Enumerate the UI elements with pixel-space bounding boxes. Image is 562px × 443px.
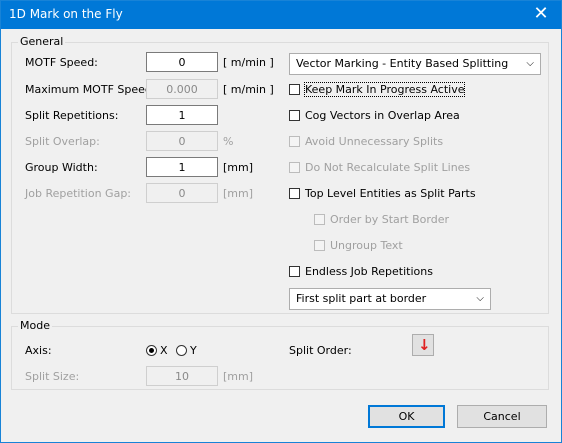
- mode-group-label: Mode: [18, 319, 52, 332]
- general-group-label: General: [18, 35, 66, 48]
- ungroup-text-label: Ungroup Text: [330, 239, 403, 252]
- axis-y-label: Y: [190, 344, 197, 357]
- split-overlap-label: Split Overlap:: [25, 135, 100, 148]
- job-repetition-gap-label: Job Repetition Gap:: [25, 187, 132, 200]
- split-part-dropdown[interactable]: First split part at border ⌵: [289, 288, 491, 310]
- checkbox-box[interactable]: [289, 84, 300, 95]
- checkbox-box: [314, 240, 325, 251]
- order-start-checkbox: Order by Start Border: [314, 213, 449, 226]
- motf-speed-input[interactable]: 0: [146, 52, 218, 72]
- close-icon[interactable]: ✕: [521, 1, 561, 29]
- keep-mark-label: Keep Mark In Progress Active: [303, 82, 466, 97]
- split-order-button[interactable]: ↓: [412, 334, 434, 356]
- job-repetition-gap-input: 0: [146, 183, 218, 203]
- axis-y-radio[interactable]: Y: [176, 344, 197, 357]
- order-start-label: Order by Start Border: [330, 213, 449, 226]
- cancel-button[interactable]: Cancel: [457, 405, 547, 428]
- group-width-label: Group Width:: [25, 161, 98, 174]
- group-width-input[interactable]: 1: [146, 157, 218, 177]
- endless-job-checkbox[interactable]: Endless Job Repetitions: [289, 265, 433, 278]
- mode-group: Mode: [11, 319, 549, 390]
- split-part-value: First split part at border: [296, 292, 427, 305]
- checkbox-box: [289, 162, 300, 173]
- split-overlap-unit: %: [223, 135, 234, 148]
- checkbox-box: [289, 136, 300, 147]
- checkbox-box[interactable]: [289, 110, 300, 121]
- avoid-splits-checkbox: Avoid Unnecessary Splits: [289, 135, 443, 148]
- checkbox-box[interactable]: [289, 266, 300, 277]
- no-recalc-label: Do Not Recalculate Split Lines: [305, 161, 471, 174]
- split-size-label: Split Size:: [25, 370, 80, 383]
- chevron-down-icon: ⌵: [526, 58, 534, 69]
- radio-unselected-icon[interactable]: [176, 345, 187, 356]
- checkbox-box[interactable]: [289, 188, 300, 199]
- cog-vectors-label: Cog Vectors in Overlap Area: [305, 109, 460, 122]
- top-level-label: Top Level Entities as Split Parts: [305, 187, 476, 200]
- cog-vectors-checkbox[interactable]: Cog Vectors in Overlap Area: [289, 109, 460, 122]
- arrow-down-icon: ↓: [418, 336, 431, 354]
- split-size-unit: [mm]: [223, 370, 254, 383]
- radio-selected-icon[interactable]: [146, 345, 157, 356]
- group-width-unit: [mm]: [223, 161, 254, 174]
- ungroup-text-checkbox: Ungroup Text: [314, 239, 403, 252]
- top-level-checkbox[interactable]: Top Level Entities as Split Parts: [289, 187, 476, 200]
- max-motf-speed-input: 0.000: [146, 79, 218, 99]
- title-bar[interactable]: 1D Mark on the Fly ✕: [1, 1, 561, 29]
- motf-speed-unit: [ m/min ]: [223, 56, 274, 69]
- motf-speed-label: MOTF Speed:: [25, 56, 98, 69]
- axis-label: Axis:: [25, 344, 52, 357]
- split-size-input: 10: [146, 366, 218, 386]
- job-repetition-gap-unit: [mm]: [223, 187, 254, 200]
- avoid-splits-label: Avoid Unnecessary Splits: [305, 135, 444, 148]
- max-motf-speed-label: Maximum MOTF Speed:: [25, 83, 156, 96]
- marking-mode-dropdown[interactable]: Vector Marking - Entity Based Splitting …: [289, 53, 541, 75]
- max-motf-speed-unit: [ m/min ]: [223, 83, 274, 96]
- chevron-down-icon: ⌵: [476, 293, 484, 304]
- split-repetitions-input[interactable]: 1: [146, 105, 218, 125]
- axis-x-label: X: [160, 344, 168, 357]
- split-overlap-input: 0: [146, 131, 218, 151]
- split-order-label: Split Order:: [289, 344, 352, 357]
- window-title: 1D Mark on the Fly: [9, 7, 123, 21]
- split-repetitions-label: Split Repetitions:: [25, 109, 119, 122]
- checkbox-box: [314, 214, 325, 225]
- dialog-window: 1D Mark on the Fly ✕ General MOTF Speed:…: [0, 0, 562, 443]
- ok-button[interactable]: OK: [368, 405, 445, 428]
- marking-mode-value: Vector Marking - Entity Based Splitting: [296, 57, 509, 70]
- endless-job-label: Endless Job Repetitions: [305, 265, 433, 278]
- no-recalc-checkbox: Do Not Recalculate Split Lines: [289, 161, 470, 174]
- axis-x-radio[interactable]: X: [146, 344, 168, 357]
- keep-mark-checkbox[interactable]: Keep Mark In Progress Active: [289, 82, 466, 97]
